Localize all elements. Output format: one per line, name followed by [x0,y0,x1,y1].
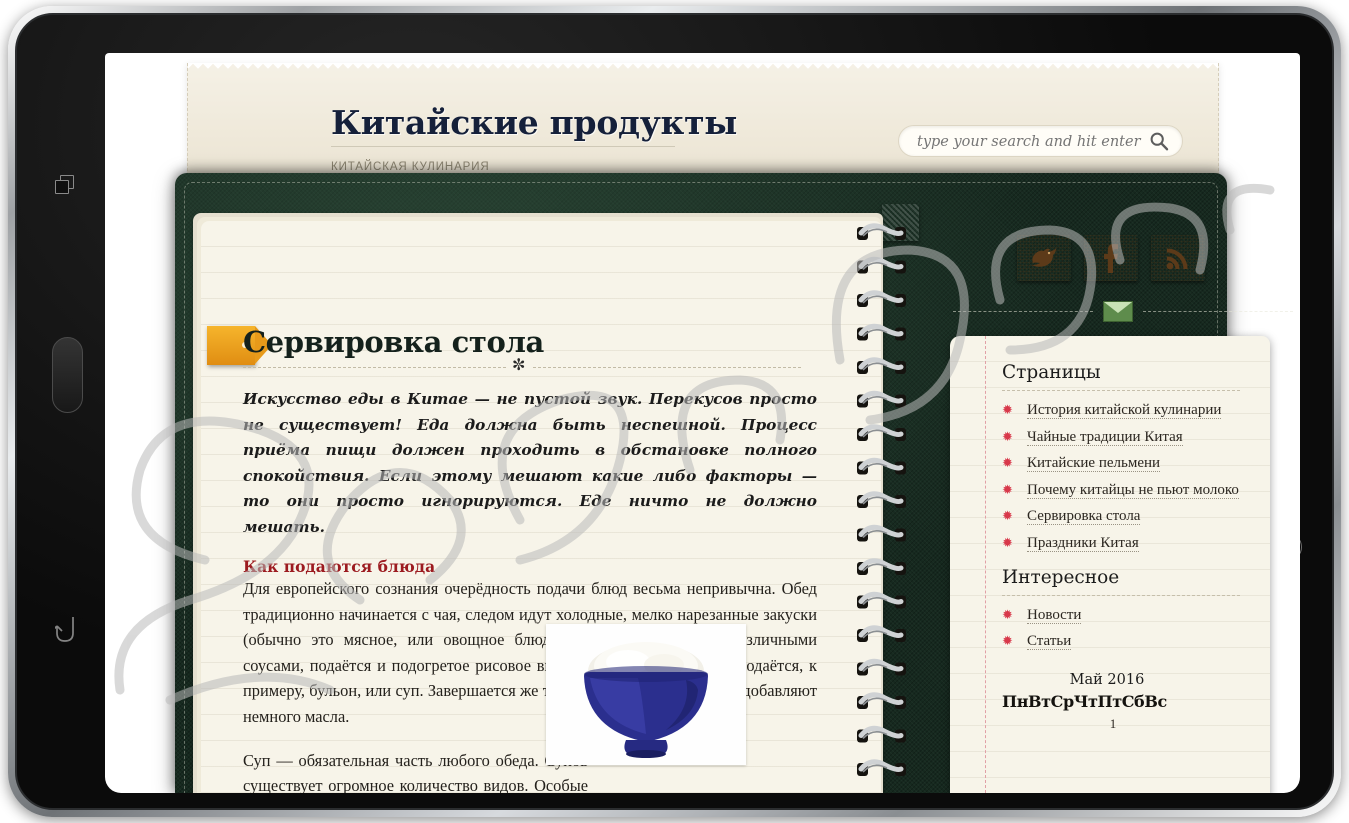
sidebar-link[interactable]: Новости [1027,606,1082,624]
sidebar-link[interactable]: Сервировка стола [1027,508,1141,525]
article-paragraph-2: Суп — обязательная часть любого обеда. С… [243,750,588,793]
interesting-list: ✹ Новости ✹ Статьи [1002,606,1254,650]
rss-icon[interactable] [1151,235,1205,281]
star-icon: ✹ [1002,455,1013,470]
calendar-weekday-headers: ПнВтСрЧтПтСбВс [1002,692,1167,711]
site-tagline: КИТАЙСКАЯ КУЛИНАРИЯ [331,161,490,173]
article-title: Сервировка стола [243,325,544,359]
pages-list: ✹ История китайской кулинарии ✹ Чайные тра… [1002,402,1254,552]
sidebar-link[interactable]: Праздники Китая [1027,534,1139,552]
back-arrow-icon[interactable] [51,615,79,643]
facebook-icon[interactable] [1084,235,1138,281]
article-page: Сервировка стола ✼ Искусство еды в Китае… [201,221,881,793]
widget-divider [1002,594,1240,596]
calendar-day-cell[interactable]: 1 [986,716,1240,732]
article-title-divider: ✼ [243,357,801,375]
widget-pages-title: Страницы [1002,362,1101,383]
tablet-device-frame: Китайские продукты КИТАЙСКАЯ КУЛИНАРИЯ t… [8,6,1341,817]
star-icon: ✹ [1002,534,1013,550]
sidebar-link[interactable]: История китайской кулинарии [1027,402,1222,419]
list-item[interactable]: ✹ Праздники Китая [1002,534,1254,552]
torn-paper-edge [188,63,1218,76]
email-icon[interactable] [1103,301,1133,322]
list-item[interactable]: ✹ Чайные традиции Китая [1002,428,1254,446]
article-intro: Искусство еды в Китае — не пустой звук. … [243,390,817,536]
widget-interesting-title: Интересное [1002,566,1120,588]
list-item[interactable]: ✹ Новости [1002,606,1254,624]
article-content: Сервировка стола ✼ Искусство еды в Китае… [243,221,843,793]
widget-divider [1002,390,1240,391]
social-bar [1017,235,1217,281]
site-title: Китайские продукты [331,103,738,142]
social-divider-right [1143,311,1293,312]
star-icon: ✹ [1002,633,1013,648]
sidebar-link[interactable]: Чайные традиции Китая [1027,428,1183,446]
star-icon: ✹ [1002,402,1013,417]
home-button[interactable] [52,337,83,413]
tablet-bezel: Китайские продукты КИТАЙСКАЯ КУЛИНАРИЯ t… [15,13,1334,810]
spiral-binding [857,223,906,776]
recent-apps-icon[interactable] [55,175,77,197]
star-icon: ✹ [1002,606,1013,622]
notebook-cover: Сервировка стола ✼ Искусство еды в Китае… [175,173,1293,793]
search-form[interactable] [898,125,1183,158]
social-divider-left [953,311,1093,312]
sidebar-link[interactable]: Китайские пельмени [1027,455,1161,472]
widget-interesting: Интересное ✹ Новости ✹ Статьи [1002,566,1254,650]
search-button[interactable] [1148,131,1170,153]
list-item[interactable]: ✹ Почему китайцы не пьют молоко [1002,481,1254,499]
list-item[interactable]: ✹ Статьи [1002,633,1254,650]
list-item[interactable]: ✹ Китайские пельмени [1002,455,1254,472]
star-icon: ✹ [1002,508,1013,523]
list-item[interactable]: ✹ Сервировка стола [1002,508,1254,525]
article-heading-1: Как подаются блюда [243,557,436,576]
sidebar-link[interactable]: Статьи [1027,633,1072,650]
search-input[interactable] [917,126,1142,158]
calendar-widget: Май 2016 ПнВтСрЧтПтСбВс 1 [1002,672,1240,732]
search-icon [1150,132,1169,151]
twitter-icon[interactable] [1017,235,1071,281]
widget-pages: Страницы ✹ История китайской кулинарии ✹ Ч… [1002,362,1254,552]
star-icon: ✹ [1002,428,1013,444]
sidebar-content: Страницы ✹ История китайской кулинарии ✹ Ч… [1002,362,1254,732]
list-item[interactable]: ✹ История китайской кулинарии [1002,402,1254,419]
tablet-screen: Китайские продукты КИТАЙСКАЯ КУЛИНАРИЯ t… [105,53,1300,793]
star-ornament-icon: ✼ [506,357,532,375]
calendar-caption: Май 2016 [1069,672,1145,688]
rice-bowl-photo [546,624,746,765]
title-divider [331,146,675,147]
star-icon: ✹ [1002,481,1013,497]
sidebar-page: Страницы ✹ История китайской кулинарии ✹ Ч… [950,336,1270,793]
sidebar-link[interactable]: Почему китайцы не пьют молоко [1027,481,1239,499]
